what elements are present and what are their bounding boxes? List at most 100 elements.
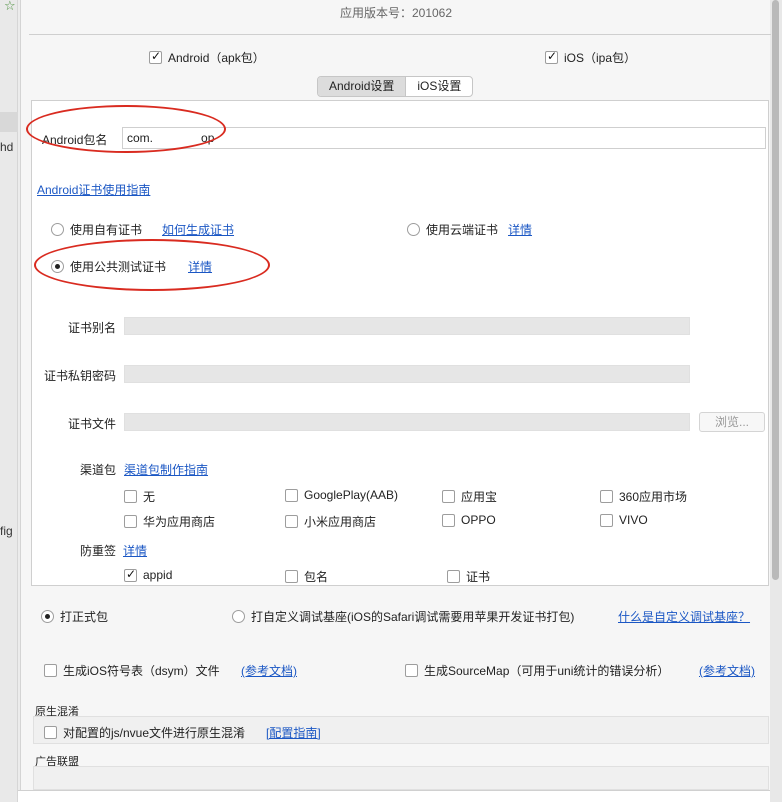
tab-android-settings[interactable]: Android设置 xyxy=(318,77,407,96)
channel-checkbox-vivo[interactable]: VIVO xyxy=(600,513,648,527)
checkbox-checked-icon xyxy=(149,49,162,64)
pack-formal-radio[interactable]: 打正式包 xyxy=(41,608,108,625)
sourcemap-doc-link[interactable]: (参考文档) xyxy=(699,662,755,679)
anti-resign-checkbox-appid[interactable]: appid xyxy=(124,567,173,582)
checkbox-icon xyxy=(285,570,298,583)
checkbox-icon xyxy=(442,490,455,503)
channel-label-vivo: VIVO xyxy=(619,513,648,527)
anti-resign-checkbox-package[interactable]: 包名 xyxy=(285,568,328,585)
pack-custom-label: 打自定义调试基座(iOS的Safari调试需要用苹果开发证书打包) xyxy=(251,610,575,624)
checkbox-icon xyxy=(600,513,613,527)
anti-resign-details-link[interactable]: 详情 xyxy=(123,542,147,559)
radio-icon xyxy=(51,223,64,236)
obfuscate-checkbox[interactable]: 对配置的js/nvue文件进行原生混淆 xyxy=(44,724,245,741)
radio-icon xyxy=(407,223,420,236)
anti-resign-label-package: 包名 xyxy=(304,570,329,584)
checkbox-icon xyxy=(447,570,460,583)
package-name-value: com. xyxy=(127,131,154,145)
channel-label-none: 无 xyxy=(143,490,156,504)
channel-label: 渠道包 xyxy=(79,463,116,477)
cert-cloud-label: 使用云端证书 xyxy=(426,223,499,237)
publish-dialog: 应用版本号：201062 Android（apk包） iOS（ipa包） And… xyxy=(20,0,771,792)
channel-label-360: 360应用市场 xyxy=(619,490,688,504)
app-version-text: 应用版本号：201062 xyxy=(339,6,453,20)
anti-resign-label: 防重签 xyxy=(79,544,116,558)
package-name-input[interactable]: com. op xyxy=(122,127,766,149)
ios-platform-label: iOS（ipa包） xyxy=(564,51,637,65)
bottom-toolbar xyxy=(18,790,770,802)
anti-resign-label-cert: 证书 xyxy=(466,570,491,584)
cert-cloud-details-link[interactable]: 详情 xyxy=(508,221,532,238)
dsym-checkbox[interactable]: 生成iOS符号表（dsym）文件 xyxy=(44,662,220,679)
pack-custom-radio[interactable]: 打自定义调试基座(iOS的Safari调试需要用苹果开发证书打包) xyxy=(232,608,574,625)
ios-platform-checkbox[interactable]: iOS（ipa包） xyxy=(545,49,636,66)
checkbox-checked-icon xyxy=(545,49,558,64)
checkbox-icon xyxy=(44,726,57,739)
checkbox-checked-icon xyxy=(124,567,137,582)
cert-own-label: 使用自有证书 xyxy=(70,223,143,237)
channel-checkbox-none[interactable]: 无 xyxy=(124,488,155,505)
cert-cloud-radio[interactable]: 使用云端证书 xyxy=(407,221,498,238)
sourcemap-label: 生成SourceMap（可用于uni统计的错误分析） xyxy=(424,664,670,678)
browse-button[interactable]: 浏览... xyxy=(699,412,765,432)
radio-icon xyxy=(232,610,245,623)
channel-checkbox-huawei[interactable]: 华为应用商店 xyxy=(124,513,215,530)
tab-ios-settings[interactable]: iOS设置 xyxy=(406,77,472,96)
scrollbar-thumb[interactable] xyxy=(772,0,779,580)
cert-file-input[interactable] xyxy=(124,413,690,431)
divider xyxy=(29,34,771,35)
channel-guide-link[interactable]: 渠道包制作指南 xyxy=(124,461,208,478)
channel-checkbox-googleplay[interactable]: GooglePlay(AAB) xyxy=(285,488,398,502)
channel-checkbox-oppo[interactable]: OPPO xyxy=(442,513,496,527)
dsym-doc-link[interactable]: (参考文档) xyxy=(241,662,297,679)
obfuscate-guide-link[interactable]: [配置指南] xyxy=(266,724,321,741)
editor-text-hd: hd xyxy=(0,140,14,154)
cert-public-label: 使用公共测试证书 xyxy=(70,260,167,274)
how-to-generate-cert-link[interactable]: 如何生成证书 xyxy=(162,221,234,238)
scrollbar[interactable] xyxy=(770,0,782,802)
checkbox-icon xyxy=(124,490,137,503)
package-name-label: Android包名 xyxy=(42,133,108,147)
checkbox-icon xyxy=(600,490,613,503)
checkbox-icon xyxy=(285,488,298,502)
checkbox-icon xyxy=(44,664,57,677)
android-platform-checkbox[interactable]: Android（apk包） xyxy=(149,49,265,66)
channel-checkbox-yingyongbao[interactable]: 应用宝 xyxy=(442,488,497,505)
line-highlight xyxy=(0,112,18,132)
anti-resign-label-appid: appid xyxy=(143,568,173,582)
android-cert-guide-link[interactable]: Android证书使用指南 xyxy=(37,181,150,198)
package-name-value-end: op xyxy=(201,131,215,145)
cert-public-details-link[interactable]: 详情 xyxy=(188,258,212,275)
star-icon: ☆ xyxy=(4,0,16,13)
editor-text-fig: fig xyxy=(0,524,13,538)
settings-tabs: Android设置 iOS设置 xyxy=(317,76,474,97)
radio-selected-icon xyxy=(51,260,64,273)
channel-label-oppo: OPPO xyxy=(461,513,496,527)
checkbox-icon xyxy=(405,664,418,677)
channel-checkbox-360[interactable]: 360应用市场 xyxy=(600,488,687,505)
anti-resign-checkbox-cert[interactable]: 证书 xyxy=(447,568,490,585)
channel-label-googleplay: GooglePlay(AAB) xyxy=(304,488,399,502)
ads-section xyxy=(33,766,769,790)
android-platform-label: Android（apk包） xyxy=(168,51,265,65)
cert-alias-label: 证书别名 xyxy=(67,321,116,335)
checkbox-icon xyxy=(285,515,298,528)
channel-label-huawei: 华为应用商店 xyxy=(143,515,216,529)
cert-key-password-input[interactable] xyxy=(124,365,690,383)
pack-formal-label: 打正式包 xyxy=(60,610,109,624)
checkbox-icon xyxy=(442,513,455,527)
obfuscate-section: 对配置的js/nvue文件进行原生混淆 [配置指南] xyxy=(33,716,769,744)
dsym-label: 生成iOS符号表（dsym）文件 xyxy=(63,664,220,678)
obfuscate-label: 对配置的js/nvue文件进行原生混淆 xyxy=(63,726,246,740)
cert-own-radio[interactable]: 使用自有证书 xyxy=(51,221,142,238)
sourcemap-checkbox[interactable]: 生成SourceMap（可用于uni统计的错误分析） xyxy=(405,662,669,679)
channel-checkbox-xiaomi[interactable]: 小米应用商店 xyxy=(285,513,376,530)
android-settings-panel: Android包名 com. op Android证书使用指南 使用自有证书 如何… xyxy=(26,100,769,586)
background-editor-strip: ☆ hd fig xyxy=(0,0,18,802)
cert-file-label: 证书文件 xyxy=(67,417,116,431)
cert-alias-input[interactable] xyxy=(124,317,690,335)
channel-label-yingyongbao: 应用宝 xyxy=(461,490,498,504)
custom-base-help-link[interactable]: 什么是自定义调试基座？ xyxy=(618,608,750,625)
cert-public-radio[interactable]: 使用公共测试证书 xyxy=(51,258,166,275)
checkbox-icon xyxy=(124,515,137,528)
